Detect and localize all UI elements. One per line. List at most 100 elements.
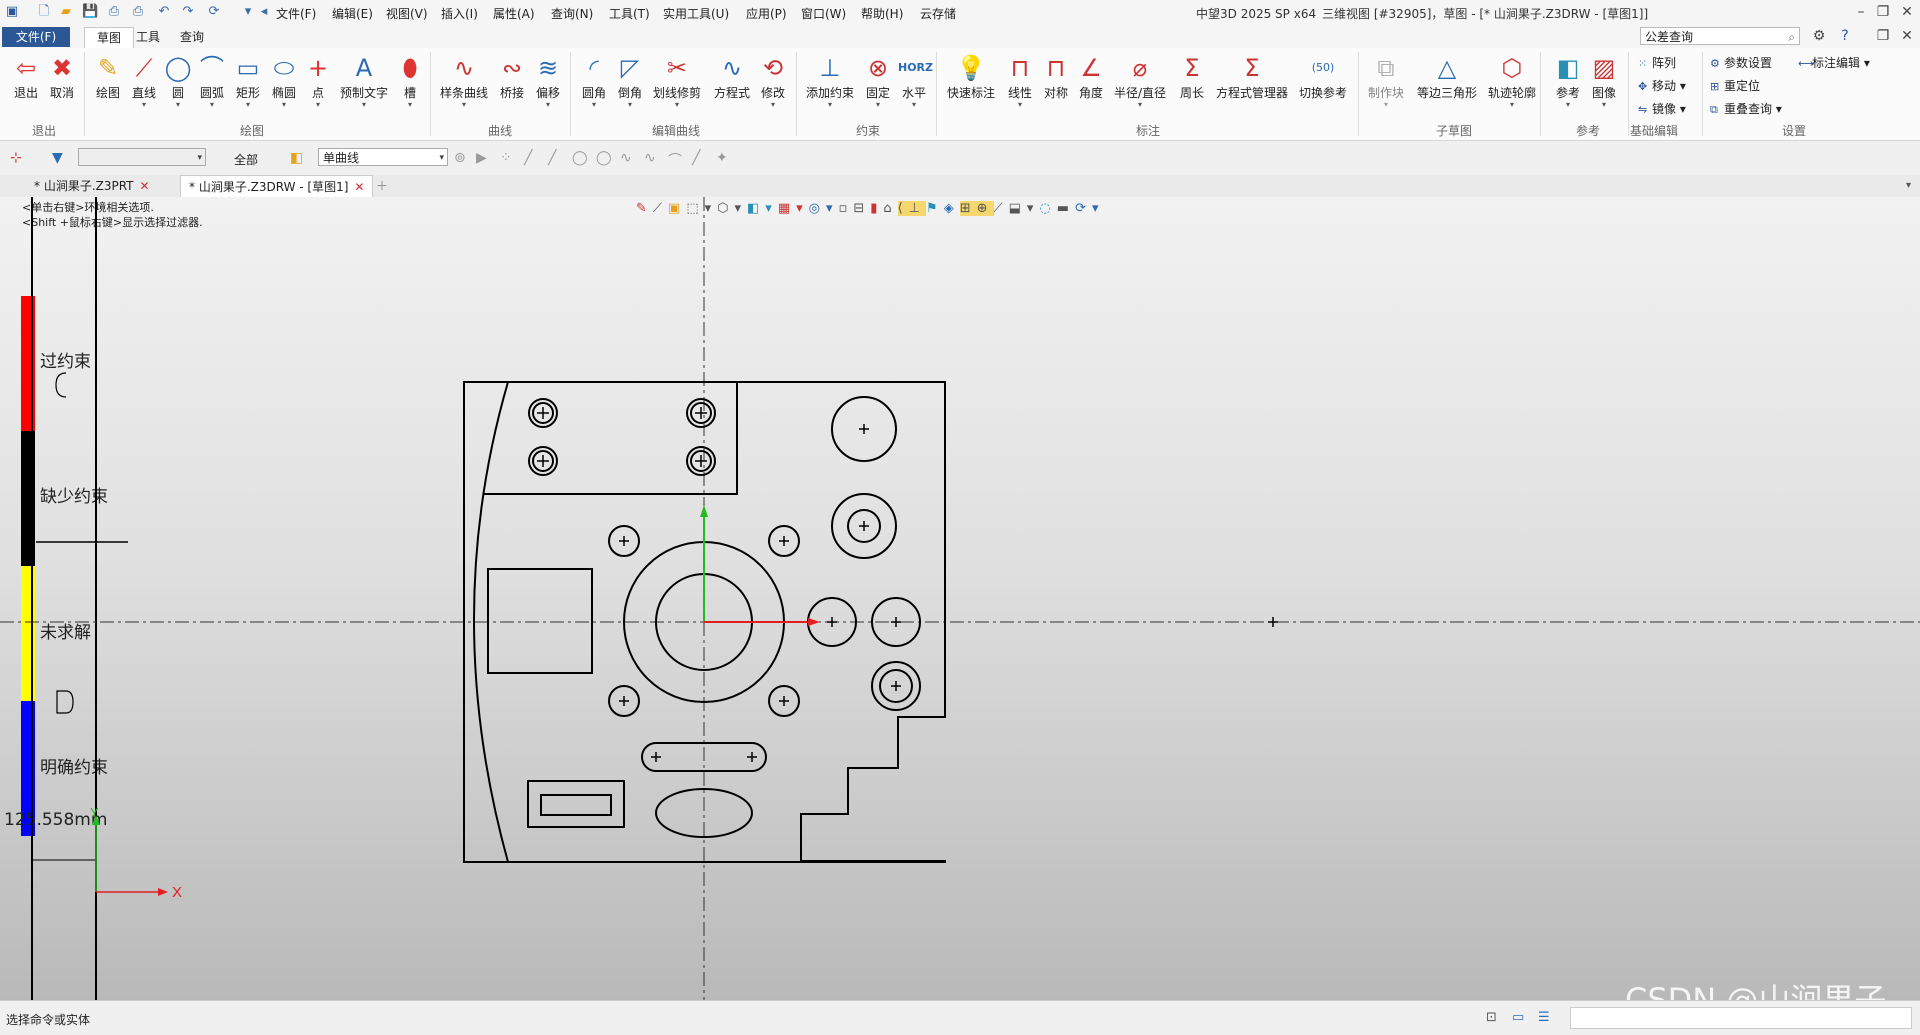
menu-insert[interactable]: 插入(I) <box>441 5 478 22</box>
sketch-canvas[interactable]: <单击右键>环境相关选项. <Shift +鼠标右键>显示选择过滤器. ✎⟋▣⬚… <box>0 197 1920 1000</box>
equilateral-triangle-button[interactable]: △ 等边三角形 <box>1417 52 1477 101</box>
sigma-icon: Σ <box>1244 54 1260 82</box>
menu-view[interactable]: 视图(V) <box>386 5 428 22</box>
tab-tools[interactable]: 工具 <box>124 27 172 47</box>
tab-file[interactable]: 文件(F) <box>2 27 70 47</box>
fillet-icon: ◜ <box>589 54 599 82</box>
horizontal-button[interactable]: HORZ 水平 ▾ <box>894 52 934 109</box>
filter-all-button[interactable]: 全部 <box>234 151 258 168</box>
track-profile-button[interactable]: ⬡ 轨迹轮廓 ▾ <box>1488 52 1536 109</box>
help-icon[interactable]: ? <box>1834 26 1856 46</box>
array-button[interactable]: ⁙ 阵列 <box>1638 54 1676 71</box>
undo-icon[interactable]: ↶ <box>156 4 172 20</box>
tab-list-dropdown-icon[interactable]: ▾ <box>1898 175 1919 197</box>
tolerance-search-input[interactable]: 公差查询 ⌕ <box>1640 27 1800 45</box>
filter-toolbar: ⊹ ▼ ▾ 全部 ◧ 单曲线 ▾ ⊚ ▶ ⁘ ╱ ╱ ◯ ◯ ∿ ∿ ⌒ ╱ ✦ <box>0 141 1920 176</box>
menu-edit[interactable]: 编辑(E) <box>332 5 373 22</box>
left-rectangle[interactable] <box>487 568 593 674</box>
move-label: 移动 <box>1652 79 1677 93</box>
line2-snap-icon[interactable]: ╱ <box>548 150 556 166</box>
arc-snap-icon[interactable]: ⌒ <box>668 150 682 170</box>
tab-query[interactable]: 查询 <box>168 27 216 47</box>
print-icon[interactable]: ⎙ <box>106 4 122 20</box>
doctab-part[interactable]: * 山涧果子.Z3PRT ✕ <box>26 175 158 197</box>
menu-attribute[interactable]: 属性(A) <box>493 5 535 22</box>
layer-icon[interactable]: ◧ <box>290 150 303 166</box>
outer-small-rectangle[interactable] <box>527 780 625 828</box>
modify-button[interactable]: ⟲ 修改 ▾ <box>753 52 793 109</box>
ribbon-close-icon[interactable]: ✕ <box>1896 26 1918 46</box>
back-arrow-icon[interactable]: ◂ <box>256 4 272 20</box>
mirror-button[interactable]: ⇋ 镜像 ▾ <box>1638 100 1686 117</box>
menu-query[interactable]: 查询(N) <box>551 5 593 22</box>
ribbon-restore-icon[interactable]: ❐ <box>1872 26 1894 46</box>
image-label: 图像 <box>1591 86 1616 100</box>
close-icon[interactable]: ✕ <box>1896 2 1918 22</box>
play-icon[interactable]: ▶ <box>476 150 487 166</box>
mirror-icon: ⇋ <box>1638 103 1648 116</box>
menu-window[interactable]: 窗口(W) <box>801 5 846 22</box>
search-input-text: 公差查询 <box>1645 30 1694 44</box>
minimize-icon[interactable]: – <box>1850 2 1872 22</box>
restore-icon[interactable]: ❐ <box>1872 2 1894 22</box>
group-label-curve: 曲线 <box>488 124 513 138</box>
menu-file[interactable]: 文件(F) <box>276 5 316 22</box>
settings-gear-icon[interactable]: ⚙ <box>1808 26 1830 46</box>
parameter-settings-button[interactable]: ⚙ 参数设置 <box>1710 54 1772 71</box>
selection-mode-icon[interactable]: ⊹ <box>10 150 22 166</box>
switch-reference-button[interactable]: (50) 切换参考 <box>1299 52 1347 101</box>
group-label-sub-sketch: 子草图 <box>1436 124 1473 138</box>
move-button[interactable]: ✥ 移动 ▾ <box>1638 77 1686 94</box>
circle2-snap-icon[interactable]: ◯ <box>596 150 612 166</box>
circle-snap-icon[interactable]: ◯ <box>572 150 588 166</box>
stepped-cutout[interactable] <box>800 716 945 861</box>
open-folder-icon[interactable]: ▰ <box>58 4 74 20</box>
quick-access-dropdown-icon[interactable]: ▾ <box>240 4 256 20</box>
sketch-drawing: X Y <box>0 197 1920 1000</box>
slash-snap-icon[interactable]: ╱ <box>692 150 700 166</box>
new-file-icon[interactable]: 🗋 <box>36 4 52 20</box>
overlap-query-label: 重叠查询 <box>1724 102 1773 116</box>
snap-icon[interactable]: ⊚ <box>454 150 466 166</box>
filter-combo[interactable]: ▾ <box>78 148 206 166</box>
menu-cloud[interactable]: 云存储 <box>920 5 956 22</box>
relocate-icon: ⊞ <box>1710 80 1720 93</box>
menu-tools[interactable]: 工具(T) <box>609 5 650 22</box>
command-input[interactable] <box>1570 1007 1912 1029</box>
search-icon[interactable]: ⌕ <box>1788 28 1795 46</box>
rebuild-icon[interactable]: ⟳ <box>206 4 222 20</box>
line-snap-icon[interactable]: ╱ <box>524 150 532 166</box>
curve-type-select[interactable]: 单曲线 ▾ <box>318 148 448 166</box>
close-tab-icon[interactable]: ✕ <box>354 180 364 194</box>
redo-icon[interactable]: ↷ <box>180 4 196 20</box>
status-view-icon[interactable]: ⊡ <box>1486 1010 1497 1025</box>
trim-button[interactable]: ✂ 划线修剪 ▾ <box>653 52 701 109</box>
perimeter-button[interactable]: Σ 周长 <box>1172 52 1212 101</box>
status-list-icon[interactable]: ☰ <box>1538 1010 1550 1025</box>
new-tab-plus-icon[interactable]: ＋ <box>368 175 396 197</box>
brush-icon[interactable]: ✦ <box>716 150 728 166</box>
symmetric-dim-icon: ⊓ <box>1046 54 1066 82</box>
print-preview-icon[interactable]: ⎙ <box>130 4 146 20</box>
status-monitor-icon[interactable]: ▭ <box>1512 1010 1524 1025</box>
menu-utilities[interactable]: 实用工具(U) <box>663 5 729 22</box>
relocate-button[interactable]: ⊞ 重定位 <box>1710 77 1760 94</box>
filter-icon[interactable]: ▼ <box>52 150 63 166</box>
make-block-button[interactable]: ⧉ 制作块 ▾ <box>1366 52 1406 109</box>
image-button[interactable]: ▨ 图像 ▾ <box>1584 52 1624 109</box>
doctab-drawing[interactable]: * 山涧果子.Z3DRW - [草图1] ✕ <box>180 175 374 198</box>
menu-help[interactable]: 帮助(H) <box>861 5 903 22</box>
dimension-edit-button[interactable]: ⟷标注编辑 ▾ <box>1798 54 1870 71</box>
mirror-label: 镜像 <box>1652 102 1677 116</box>
wave-snap-icon[interactable]: ∿ <box>644 150 656 166</box>
spline-snap-icon[interactable]: ∿ <box>620 150 632 166</box>
save-icon[interactable]: 💾 <box>82 4 98 20</box>
title-bar: ▣ 🗋 ▰ 💾 ⎙ ⎙ ↶ ↷ ⟳ ▾ ◂ 文件(F) 编辑(E) 视图(V) … <box>0 0 1920 27</box>
menu-apps[interactable]: 应用(P) <box>746 5 787 22</box>
overlap-query-button[interactable]: ⧉ 重叠查询 ▾ <box>1710 100 1782 117</box>
point-snap-icon[interactable]: ⁘ <box>500 150 512 166</box>
equation-manager-button[interactable]: Σ 方程式管理器 <box>1216 52 1288 101</box>
close-tab-icon[interactable]: ✕ <box>140 179 150 193</box>
status-bar: 选择命令或实体 ⊡ ▭ ☰ <box>0 1000 1920 1035</box>
inner-small-rectangle[interactable] <box>540 794 612 816</box>
